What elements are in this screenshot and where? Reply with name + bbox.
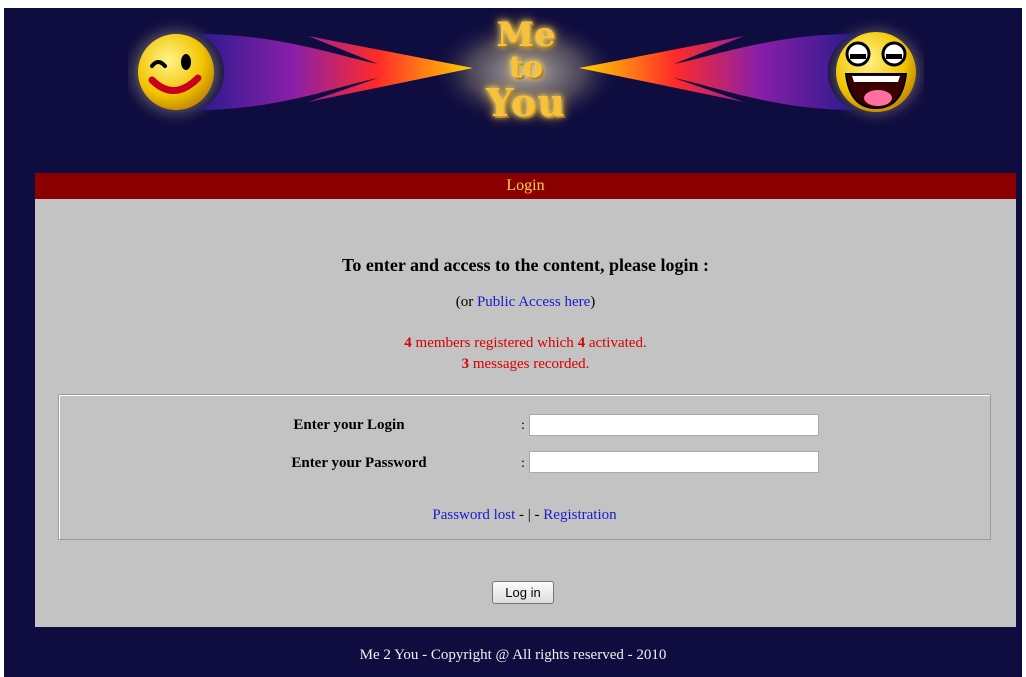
links-separator: - | - [515, 507, 544, 523]
login-button[interactable]: Log in [492, 581, 554, 604]
password-input[interactable] [529, 451, 819, 473]
messages-stats: 3 messages recorded. [35, 356, 1016, 373]
password-colon: : [521, 456, 525, 471]
activated-text: activated. [585, 335, 647, 351]
registration-link[interactable]: Registration [543, 507, 616, 523]
password-label: Enter your Password [291, 455, 427, 471]
login-label: Enter your Login [293, 417, 405, 433]
login-panel-title: Login [35, 173, 1016, 199]
banner-word-to: to [509, 50, 543, 85]
login-heading: To enter and access to the content, plea… [342, 255, 709, 275]
login-input[interactable] [529, 414, 819, 436]
account-links: Password lost - | - Registration [59, 507, 990, 524]
login-panel: To enter and access to the content, plea… [35, 199, 1016, 627]
banner-word-you: You [486, 80, 566, 125]
footer-copyright: Me 2 You - Copyright @ All rights reserv… [359, 647, 667, 663]
site-banner: Me to You [128, 16, 924, 128]
public-suffix: ) [590, 294, 596, 310]
banner-word-me: Me [496, 15, 556, 55]
messages-count: 3 [461, 356, 470, 372]
members-count: 4 [404, 335, 412, 351]
messages-text: messages recorded. [469, 356, 590, 372]
members-stats: 4 members registered which 4 activated. [35, 335, 1016, 352]
public-prefix: (or [455, 294, 477, 310]
login-colon: : [521, 418, 525, 433]
public-access-link[interactable]: Public Access here [477, 294, 590, 310]
login-form: Enter your Login : Enter your Password :… [58, 394, 991, 540]
public-access-line: (or Public Access here) [35, 294, 1016, 311]
activated-count: 4 [577, 335, 586, 351]
password-lost-link[interactable]: Password lost [432, 507, 515, 523]
members-text: members registered which [411, 335, 578, 351]
